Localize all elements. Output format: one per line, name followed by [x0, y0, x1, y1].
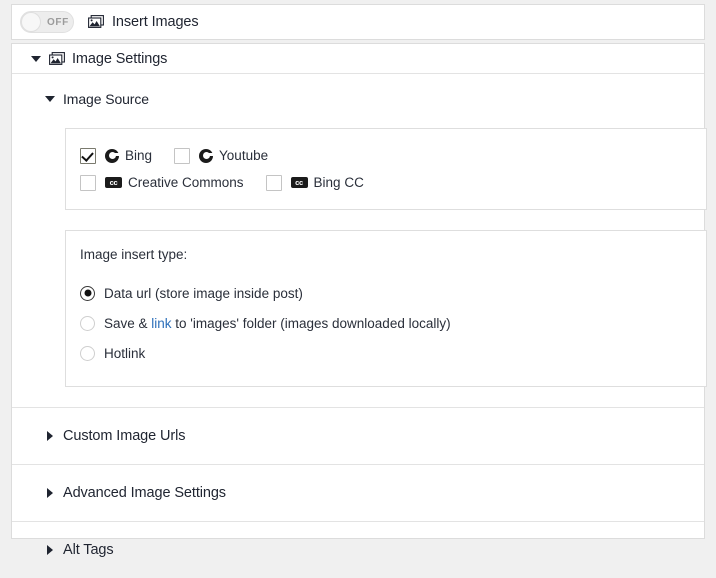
image-icon [88, 15, 104, 29]
section-header-image-source[interactable]: Image Source [12, 88, 704, 110]
insert-images-toggle[interactable]: OFF [20, 11, 74, 33]
insert-type-option-data-url[interactable]: Data url (store image inside post) [66, 278, 706, 308]
youtube-circle-icon [199, 148, 214, 163]
save-suffix-text: to 'images' folder (images downloaded lo… [171, 315, 451, 331]
section-header-advanced-image-settings[interactable]: Advanced Image Settings [12, 464, 704, 521]
source-label-bing: Bing [125, 148, 153, 163]
source-row-1: Bing Youtube [66, 142, 706, 169]
insert-images-panel: OFF Insert Images [11, 4, 705, 40]
save-prefix-text: Save & [104, 315, 152, 331]
source-checkbox-youtube[interactable]: Youtube [174, 147, 269, 164]
caret-down-icon[interactable] [45, 96, 55, 102]
insert-type-label: Image insert type: [80, 247, 188, 262]
image-icon [49, 51, 65, 66]
caret-right-icon[interactable] [47, 431, 53, 441]
source-checkbox-bing-cc[interactable]: cc Bing CC [265, 174, 364, 191]
settings-page: OFF Insert Images Image Settings Image S… [0, 0, 716, 558]
radio-data-url[interactable] [80, 285, 95, 301]
image-source-section: Image Source Bing Youtube cc Creative Co… [12, 74, 707, 407]
bing-circle-icon [105, 148, 119, 163]
caret-right-icon[interactable] [47, 545, 53, 555]
source-label-bing-cc: Bing CC [313, 175, 364, 190]
cc-badge-icon: cc [290, 177, 308, 188]
caret-right-icon[interactable] [47, 488, 53, 498]
source-checkbox-bing[interactable]: Bing [80, 147, 153, 164]
section-header-alt-tags[interactable]: Alt Tags [12, 521, 704, 578]
link-word-link[interactable]: link [151, 316, 171, 331]
checkbox-bing[interactable] [80, 147, 96, 164]
source-label-youtube: Youtube [219, 148, 269, 163]
checkbox-creative-commons[interactable] [80, 174, 96, 191]
insert-images-title: Insert Images [112, 14, 199, 30]
section-header-image-settings[interactable]: Image Settings [12, 44, 704, 74]
insert-type-label-save-link: Save & link to 'images' folder (images d… [104, 316, 451, 331]
toggle-knob[interactable] [21, 12, 41, 32]
radio-hotlink[interactable] [80, 345, 95, 361]
image-source-options-box: Bing Youtube cc Creative Commons cc Bing… [65, 128, 707, 210]
image-settings-title: Image Settings [72, 50, 168, 67]
image-insert-type-box: Image insert type: Data url (store image… [65, 230, 707, 387]
insert-type-label-data-url: Data url (store image inside post) [104, 285, 303, 301]
cc-badge-icon: cc [105, 177, 122, 188]
insert-type-option-save-link[interactable]: Save & link to 'images' folder (images d… [66, 308, 706, 338]
section-header-custom-image-urls[interactable]: Custom Image Urls [12, 407, 704, 464]
custom-image-urls-title: Custom Image Urls [63, 428, 186, 444]
alt-tags-title: Alt Tags [63, 542, 114, 558]
toggle-state-label: OFF [47, 16, 69, 28]
image-settings-panel: Image Settings Image Source Bing Youtube… [11, 43, 707, 558]
source-label-creative-commons: Creative Commons [128, 175, 244, 190]
caret-down-icon[interactable] [31, 55, 41, 62]
insert-type-label-hotlink: Hotlink [104, 345, 146, 361]
advanced-image-settings-title: Advanced Image Settings [63, 485, 226, 501]
insert-type-option-hotlink[interactable]: Hotlink [66, 338, 706, 368]
source-checkbox-creative-commons[interactable]: cc Creative Commons [80, 174, 244, 191]
radio-save-and-link[interactable] [80, 315, 95, 331]
checkbox-bing-cc[interactable] [265, 174, 282, 191]
source-row-2: cc Creative Commons cc Bing CC [66, 169, 706, 196]
checkbox-youtube[interactable] [174, 147, 191, 164]
image-source-title: Image Source [63, 91, 149, 107]
